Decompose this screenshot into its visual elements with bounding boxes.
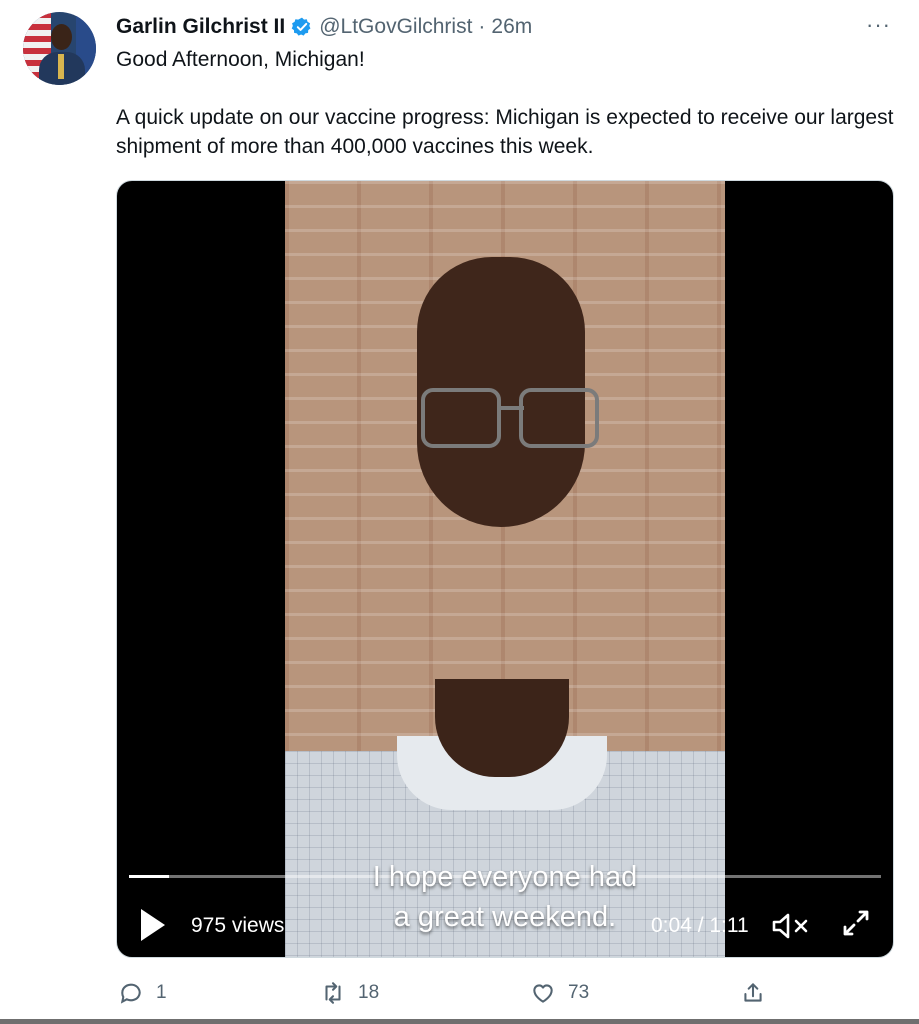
video-player[interactable]: I hope everyone had a great weekend. 975…	[116, 180, 894, 958]
fullscreen-icon[interactable]	[839, 906, 873, 940]
verified-badge-icon	[291, 17, 311, 36]
avatar[interactable]	[23, 12, 96, 85]
tweet-text-line-2: A quick update on our vaccine progress: …	[116, 106, 894, 158]
reply-icon	[120, 983, 141, 1004]
more-options-icon[interactable]: ···	[866, 12, 891, 38]
share-button[interactable]	[740, 978, 766, 1008]
video-caption-line-1: I hope everyone had	[372, 861, 638, 893]
like-count: 73	[568, 982, 590, 1003]
video-frame	[285, 181, 725, 957]
video-progress-fill	[129, 875, 169, 878]
like-button[interactable]: 73	[530, 978, 589, 1008]
glasses-left-lens	[421, 388, 501, 448]
tweet-time[interactable]: 26m	[491, 15, 532, 39]
muted-speaker-icon[interactable]	[771, 911, 811, 941]
tweet-text: Good Afternoon, Michigan! A quick update…	[116, 45, 896, 161]
retweet-count: 18	[358, 982, 380, 1003]
share-icon	[744, 983, 762, 1002]
avatar-head	[51, 24, 72, 50]
avatar-tie	[58, 54, 64, 79]
bottom-separator	[0, 1019, 919, 1024]
tweet-text-line-1: Good Afternoon, Michigan!	[116, 48, 365, 71]
tweet-header: Garlin Gilchrist II @LtGovGilchrist · 26…	[116, 12, 532, 42]
tweet[interactable]: Garlin Gilchrist II @LtGovGilchrist · 26…	[0, 0, 919, 1024]
play-icon[interactable]	[141, 909, 165, 941]
author-name[interactable]: Garlin Gilchrist II	[116, 15, 285, 39]
retweet-button[interactable]: 18	[320, 978, 379, 1008]
retweet-icon	[325, 982, 341, 1004]
video-timecode: 0:04 / 1:11	[651, 914, 749, 937]
glasses-right-lens	[519, 388, 599, 448]
reply-button[interactable]: 1	[118, 978, 167, 1008]
author-handle[interactable]: @LtGovGilchrist	[319, 15, 472, 39]
video-views: 975 views	[191, 914, 285, 937]
tweet-actions: 1 18 73	[118, 978, 778, 1008]
time-separator: ·	[478, 15, 486, 38]
heart-icon	[533, 984, 553, 1003]
reply-count: 1	[156, 982, 167, 1003]
